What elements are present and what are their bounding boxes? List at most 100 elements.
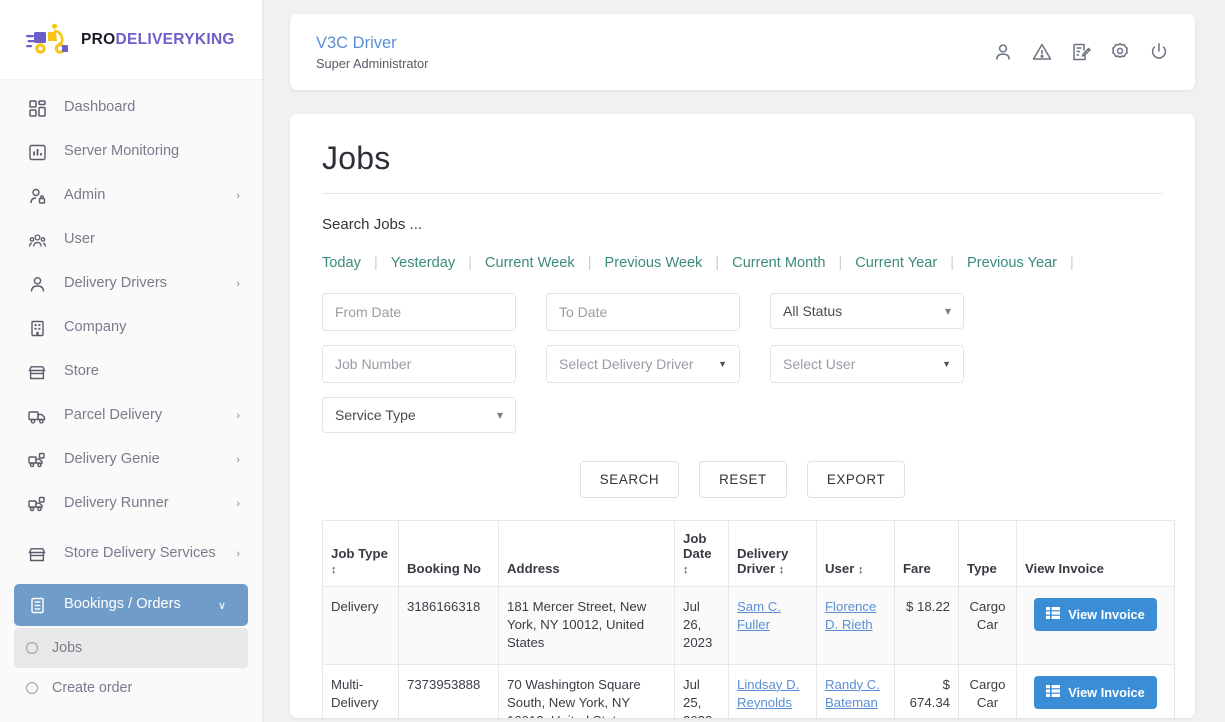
column-label: User — [825, 561, 855, 576]
tab-previous-week[interactable]: Previous Week — [604, 255, 702, 271]
sort-icon[interactable]: ↕ — [858, 564, 864, 576]
chevron-right-icon: › — [236, 190, 240, 202]
sidebar-item-company[interactable]: Company — [0, 306, 262, 350]
sidebar-item-bookings-orders[interactable]: Bookings / Orders ∨ — [14, 584, 248, 626]
user-link[interactable]: Randy C. Bateman — [825, 677, 880, 710]
table-row: Delivery 3186166318 181 Mercer Street, N… — [322, 586, 1175, 665]
sidebar-subitem-jobs[interactable]: Jobs — [14, 628, 248, 668]
gear-icon[interactable] — [1110, 42, 1130, 62]
sidebar-item-delivery-drivers[interactable]: Delivery Drivers › — [0, 262, 262, 306]
main-area: V3C Driver Super Administrator Jobs Sear… — [262, 0, 1225, 722]
from-date-input[interactable]: From Date — [322, 293, 516, 331]
sidebar-subitem-label: Jobs — [52, 640, 83, 656]
job-number-input[interactable]: Job Number — [322, 345, 516, 383]
cell-address: 181 Mercer Street, New York, NY 10012, U… — [498, 586, 675, 665]
scooter-logo-icon — [26, 23, 68, 54]
cell-booking-no: 7373953888 — [398, 663, 499, 718]
view-invoice-button[interactable]: View Invoice — [1034, 675, 1157, 709]
sort-icon[interactable]: ↕ — [331, 564, 337, 576]
tab-current-month[interactable]: Current Month — [732, 255, 825, 271]
sidebar-subitem-create-order[interactable]: Create order — [14, 668, 248, 708]
sidebar-item-delivery-genie[interactable]: Delivery Genie › — [0, 438, 262, 482]
cell-user: Florence D. Rieth — [816, 586, 895, 665]
cell-view-invoice: View Invoice — [1016, 663, 1175, 718]
sidebar-item-dashboard[interactable]: Dashboard — [0, 86, 262, 130]
column-header-view-invoice: View Invoice — [1016, 520, 1175, 587]
delivery-driver-link[interactable]: Lindsay D. Reynolds — [737, 677, 799, 710]
building-icon — [26, 317, 48, 339]
column-header-booking-no: Booking No — [398, 520, 499, 587]
sidebar-item-store-delivery-services[interactable]: Store Delivery Services › — [0, 526, 262, 582]
column-header-delivery-driver[interactable]: Delivery Driver ↕ — [728, 520, 817, 587]
sidebar-item-delivery-runner[interactable]: Delivery Runner › — [0, 482, 262, 526]
delivery-driver-select[interactable]: Select Delivery Driver ▼ — [546, 345, 740, 383]
cell-fare: $ 18.22 — [894, 586, 959, 665]
jobs-table: Job Type ↕ Booking No Address Job Date ↕… — [322, 520, 1175, 718]
tab-today[interactable]: Today — [322, 255, 361, 271]
tab-separator: | — [587, 255, 592, 271]
status-select-value: All Status — [783, 303, 843, 319]
delivery-driver-select-value: Select Delivery Driver — [559, 356, 694, 372]
tab-current-year[interactable]: Current Year — [855, 255, 937, 271]
column-label: Job Type — [331, 546, 388, 561]
power-icon[interactable] — [1149, 42, 1169, 62]
user-select[interactable]: Select User ▼ — [770, 345, 964, 383]
store-icon — [26, 361, 48, 383]
sidebar-nav: Dashboard Server Monitoring Admin › User… — [0, 80, 262, 708]
service-type-select[interactable]: Service Type ▾ — [322, 397, 516, 433]
person-icon[interactable] — [993, 42, 1013, 62]
cell-user: Randy C. Bateman — [816, 663, 895, 718]
column-header-job-date[interactable]: Job Date ↕ — [674, 520, 729, 587]
sidebar-item-label: Parcel Delivery — [64, 407, 163, 424]
export-button[interactable]: EXPORT — [806, 461, 906, 498]
delivery-cart-icon — [26, 493, 48, 515]
warning-triangle-icon[interactable] — [1032, 42, 1052, 62]
tab-separator: | — [468, 255, 472, 271]
search-button[interactable]: SEARCH — [579, 461, 680, 498]
chevron-right-icon: › — [236, 278, 240, 290]
sort-icon[interactable]: ↕ — [779, 564, 785, 576]
list-icon — [1046, 607, 1061, 622]
tab-previous-year[interactable]: Previous Year — [967, 255, 1057, 271]
table-header-row: Job Type ↕ Booking No Address Job Date ↕… — [322, 520, 1175, 587]
reset-button[interactable]: RESET — [699, 461, 787, 498]
sidebar-item-label: Delivery Runner — [64, 495, 169, 512]
to-date-input[interactable]: To Date — [546, 293, 740, 331]
edit-document-icon[interactable] — [1071, 42, 1091, 62]
sidebar-item-admin[interactable]: Admin › — [0, 174, 262, 218]
sidebar-subitem-label: Create order — [52, 680, 133, 696]
sidebar-item-label: User — [64, 231, 95, 248]
current-user-name[interactable]: V3C Driver — [316, 34, 993, 53]
sidebar-item-user[interactable]: User — [0, 218, 262, 262]
tab-current-week[interactable]: Current Week — [485, 255, 575, 271]
to-date-field: To Date — [546, 293, 740, 331]
view-invoice-button[interactable]: View Invoice — [1034, 598, 1157, 631]
tab-separator: | — [715, 255, 720, 271]
delivery-driver-link[interactable]: Sam C. Fuller — [737, 599, 781, 632]
view-invoice-label: View Invoice — [1068, 684, 1145, 700]
brand-logo[interactable]: PRODELIVERYKING — [0, 0, 262, 80]
status-select[interactable]: All Status ▾ — [770, 293, 964, 329]
sidebar-item-label: Server Monitoring — [64, 143, 180, 160]
cell-type: Cargo Car — [958, 663, 1017, 718]
sidebar-item-parcel-delivery[interactable]: Parcel Delivery › — [0, 394, 262, 438]
view-invoice-label: View Invoice — [1068, 607, 1145, 622]
user-field: Select User ▼ — [770, 345, 964, 383]
jobs-panel: Jobs Search Jobs ... Today | Yesterday |… — [290, 114, 1195, 718]
sort-icon[interactable]: ↕ — [683, 564, 689, 576]
column-header-job-type[interactable]: Job Type ↕ — [322, 520, 399, 587]
chevron-down-icon: ▾ — [944, 304, 951, 318]
column-header-user[interactable]: User ↕ — [816, 520, 895, 587]
dashboard-icon — [26, 97, 48, 119]
tab-yesterday[interactable]: Yesterday — [391, 255, 455, 271]
sidebar-item-label: Delivery Drivers — [64, 275, 167, 292]
sidebar-item-server-monitoring[interactable]: Server Monitoring — [0, 130, 262, 174]
sidebar-item-store[interactable]: Store — [0, 350, 262, 394]
sidebar-item-label: Store — [64, 363, 99, 380]
tab-separator: | — [838, 255, 843, 271]
column-label: Address — [507, 561, 560, 576]
driver-icon — [26, 273, 48, 295]
users-icon — [26, 229, 48, 251]
user-link[interactable]: Florence D. Rieth — [825, 599, 876, 632]
brand-king: DELIVERYKING — [115, 30, 235, 48]
